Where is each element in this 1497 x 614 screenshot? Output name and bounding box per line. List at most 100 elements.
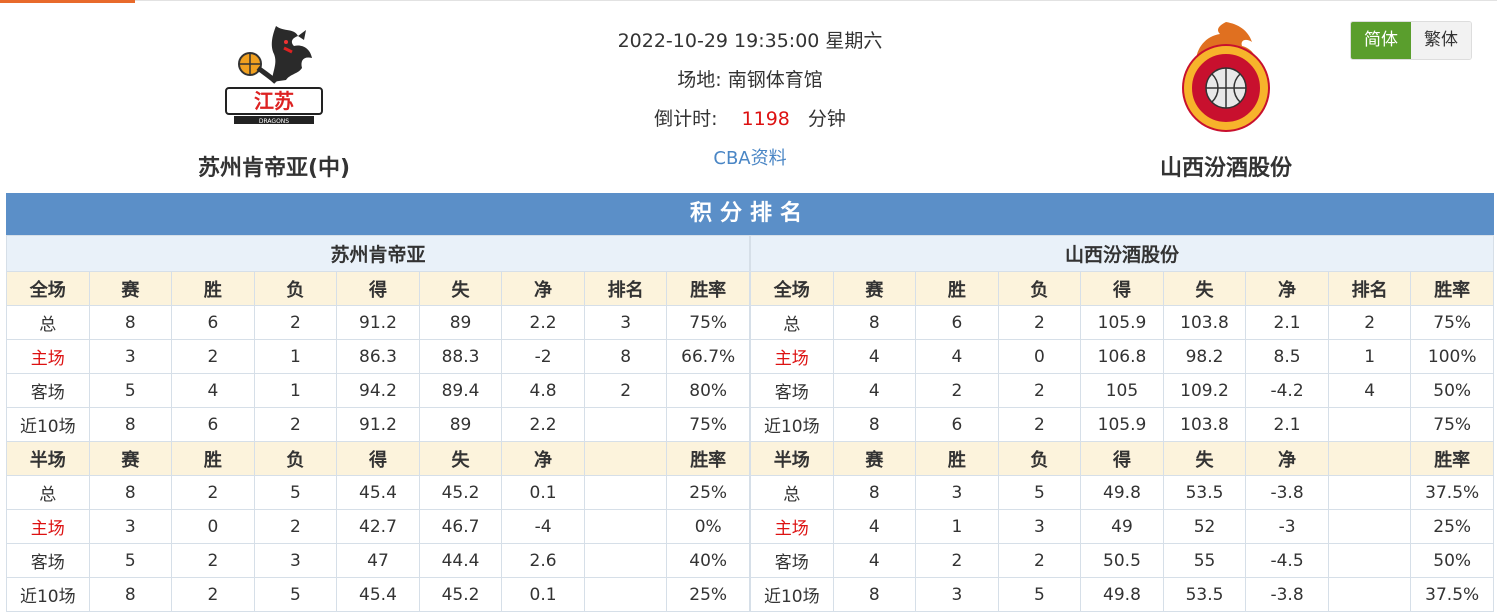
table-cell: 0: [171, 509, 255, 544]
table-cell: 106.8: [1080, 339, 1164, 374]
table-cell: [583, 475, 668, 510]
table-cell: 91.2: [336, 407, 420, 442]
table-cell: 0: [997, 339, 1082, 374]
table-cell: 1: [253, 339, 338, 374]
table-cell: -3.8: [1245, 577, 1329, 612]
table-cell: 53.5: [1162, 577, 1247, 612]
table-cell: 80%: [666, 373, 750, 408]
table-row: 近10场 8 6 2 91.2 89 2.2 75%: [6, 407, 750, 442]
column-header: 净: [501, 441, 585, 476]
table-cell: 91.2: [336, 305, 420, 340]
column-header: 得: [1080, 441, 1164, 476]
table-cell: 2: [171, 339, 255, 374]
table-cell: 49.8: [1080, 475, 1164, 510]
cba-info-link[interactable]: CBA资料: [713, 148, 786, 169]
table-cell: 25%: [666, 577, 750, 612]
away-standings-table: 山西汾酒股份 全场赛胜负得失净排名 胜率总 8 6 2 105.9 103.8 2.1 2 75% 主…: [750, 235, 1494, 612]
table-cell: 25%: [666, 475, 750, 510]
row-label: 主场: [6, 339, 90, 374]
column-header: [583, 441, 668, 476]
table-cell: 4: [171, 373, 255, 408]
row-label: 近10场: [6, 407, 90, 442]
standings-title: 积分排名: [6, 193, 1494, 235]
column-header: 净: [501, 271, 585, 306]
column-header: 失: [418, 271, 503, 306]
table-cell: 88.3: [418, 339, 503, 374]
table-cell: -4.2: [1245, 373, 1329, 408]
home-half-header-row: 半场赛胜负得失净 胜率: [6, 441, 750, 476]
column-header: 负: [997, 271, 1082, 306]
table-cell: 8: [832, 305, 917, 340]
column-header: 胜: [915, 271, 999, 306]
table-cell: 75%: [1410, 407, 1494, 442]
table-cell: 8: [88, 577, 173, 612]
column-header: 半场: [750, 441, 834, 476]
row-label: 近10场: [750, 407, 834, 442]
table-cell: [1327, 509, 1412, 544]
column-header: 赛: [88, 271, 173, 306]
table-cell: 0.1: [501, 475, 585, 510]
table-cell: 6: [915, 305, 999, 340]
column-header: 全场: [6, 271, 90, 306]
simplified-chinese-button[interactable]: 简体: [1351, 22, 1411, 59]
table-cell: 2: [253, 407, 338, 442]
row-label: 总: [750, 305, 834, 340]
table-cell: 4: [832, 339, 917, 374]
venue-label: 场地:: [677, 69, 722, 91]
home-team-row: 苏州肯帝亚: [6, 235, 750, 272]
table-cell: 47: [336, 543, 420, 578]
table-row: 近10场 8 6 2 105.9 103.8 2.1 75%: [750, 407, 1494, 442]
table-cell: [583, 509, 668, 544]
column-header: 负: [253, 441, 338, 476]
table-cell: [583, 577, 668, 612]
table-cell: 8: [88, 305, 173, 340]
row-label: 总: [6, 475, 90, 510]
match-venue: 场地: 南钢体育馆: [530, 65, 970, 104]
table-cell: 45.2: [418, 475, 503, 510]
table-cell: -2: [501, 339, 585, 374]
column-header: 胜率: [1410, 271, 1494, 306]
table-cell: 66.7%: [666, 339, 750, 374]
match-countdown: 倒计时: 1198 分钟: [530, 104, 970, 143]
table-cell: 5: [253, 475, 338, 510]
column-header: 胜率: [666, 271, 750, 306]
table-cell: 4: [915, 339, 999, 374]
table-cell: 6: [171, 305, 255, 340]
table-cell: 8: [832, 407, 917, 442]
table-cell: 45.4: [336, 475, 420, 510]
table-cell: 3: [253, 543, 338, 578]
table-cell: 105.9: [1080, 407, 1164, 442]
match-datetime: 2022-10-29 19:35:00 星期六: [617, 30, 883, 52]
column-header: [1327, 441, 1412, 476]
traditional-chinese-button[interactable]: 繁体: [1411, 22, 1471, 59]
row-label: 近10场: [750, 577, 834, 612]
column-header: 半场: [6, 441, 90, 476]
table-row: 总 8 2 5 45.4 45.2 0.1 25%: [6, 475, 750, 510]
table-cell: 105.9: [1080, 305, 1164, 340]
table-cell: 1: [1327, 339, 1412, 374]
match-info: 2022-10-29 19:35:00 星期六 场地: 南钢体育馆 倒计时: 1…: [530, 26, 970, 182]
table-cell: 49: [1080, 509, 1164, 544]
jiangsu-dragons-logo-icon: 江苏 DRAGONS: [225, 26, 323, 125]
table-cell: 37.5%: [1410, 577, 1494, 612]
table-cell: 2: [997, 305, 1082, 340]
table-cell: 5: [88, 373, 173, 408]
row-label: 客场: [750, 373, 834, 408]
table-cell: 37.5%: [1410, 475, 1494, 510]
column-header: 得: [1080, 271, 1164, 306]
table-row: 客场 4 2 2 50.5 55 -4.5 50%: [750, 543, 1494, 578]
table-cell: 5: [88, 543, 173, 578]
home-team[interactable]: 江苏 DRAGONS 苏州肯帝亚(中): [154, 18, 394, 182]
column-header: 胜率: [666, 441, 750, 476]
table-cell: 4: [832, 543, 917, 578]
table-cell: 2.6: [501, 543, 585, 578]
table-cell: 75%: [666, 305, 750, 340]
column-header: 失: [418, 441, 503, 476]
table-cell: 94.2: [336, 373, 420, 408]
table-cell: 50%: [1410, 543, 1494, 578]
table-cell: 2: [997, 543, 1082, 578]
away-team[interactable]: 山西汾酒股份: [1106, 18, 1346, 182]
table-cell: 0%: [666, 509, 750, 544]
table-cell: 1: [915, 509, 999, 544]
table-cell: 5: [253, 577, 338, 612]
